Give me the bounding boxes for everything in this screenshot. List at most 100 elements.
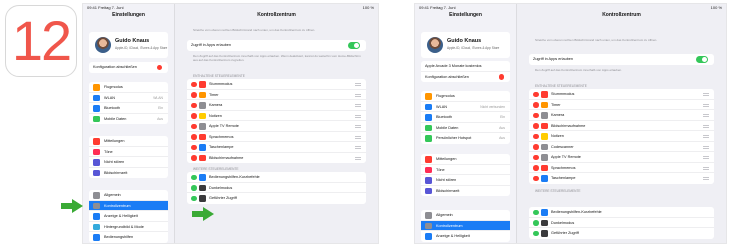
control-apple-tv-remote: Apple TV Remote <box>529 152 714 163</box>
setup-notice-label: Konfiguration abschließen <box>425 74 469 79</box>
remove-control-button[interactable] <box>533 133 539 139</box>
more-controls: Bedienungshilfen-Kurzbefehle Dunkelmodus G… <box>529 207 714 239</box>
sidebar-item-anzeige-helligkeit[interactable]: Anzeige & Helligkeit <box>421 231 510 242</box>
sidebar-item-label: Bedienungshilfen <box>104 235 134 239</box>
profile-card[interactable]: Guido Knaus Apple-ID, iCloud, iTunes & A… <box>421 32 510 58</box>
reorder-handle-icon[interactable] <box>355 125 361 128</box>
sidebar-item-bildschirmzeit[interactable]: Bildschirmzeit <box>421 186 510 197</box>
remove-control-button[interactable] <box>533 165 539 171</box>
sidebar-item-bluetooth[interactable]: Bluetooth Ein <box>421 112 510 123</box>
reorder-handle-icon[interactable] <box>355 114 361 118</box>
nicht-stoeren-icon <box>93 159 100 166</box>
sidebar-item-bildschirmzeit[interactable]: Bildschirmzeit <box>89 168 168 179</box>
add-control-button[interactable] <box>191 174 197 180</box>
control-label: Stummmodus <box>551 92 575 96</box>
sidebar-item-mitteilungen[interactable]: Mitteilungen <box>421 154 510 165</box>
remove-control-button[interactable] <box>533 91 539 97</box>
sidebar-item-label: Töne <box>436 167 445 172</box>
reorder-handle-icon[interactable] <box>355 104 361 107</box>
remove-control-button[interactable] <box>191 113 197 119</box>
remove-control-button[interactable] <box>191 102 197 108</box>
sidebar-item-hintergrundbild-mode[interactable]: Hintergrundbild & Mode <box>89 222 168 232</box>
sidebar-item-nicht-stoeren[interactable]: Nicht stören <box>421 175 510 186</box>
add-control-button[interactable] <box>533 220 539 226</box>
reorder-handle-icon[interactable] <box>703 114 709 117</box>
access-in-apps-toggle[interactable] <box>696 56 708 63</box>
arcade-notice-label: Apple Arcade 3 Monate kostenlos <box>425 64 482 68</box>
reorder-handle-icon[interactable] <box>355 93 361 97</box>
remove-control-button[interactable] <box>191 144 197 150</box>
sidebar-item-kontrollzentrum[interactable]: Kontrollzentrum <box>89 200 168 211</box>
sidebar-item-flugmodus[interactable]: Flugmodus <box>421 91 510 102</box>
sidebar-item-wlan[interactable]: WLAN WLAN <box>89 93 168 103</box>
reorder-handle-icon[interactable] <box>703 177 709 180</box>
codescanner-icon <box>541 143 548 150</box>
bildschirmzeit-icon <box>93 169 100 176</box>
sidebar-item-flugmodus[interactable]: Flugmodus <box>89 82 168 93</box>
profile-card[interactable]: Guido Knaus Apple-ID, iCloud, iTunes & A… <box>89 32 168 58</box>
control-notizen: Notizen <box>529 131 714 142</box>
add-control-button[interactable] <box>533 209 539 215</box>
remove-control-button[interactable] <box>191 92 197 98</box>
notizen-icon <box>199 112 206 119</box>
sidebar-item-toene[interactable]: Töne <box>89 147 168 157</box>
more-controls: Bedienungshilfen-Kurzbefehle Dunkelmodus G… <box>187 172 366 204</box>
setup-notice-label: Konfiguration abschließen <box>93 65 137 69</box>
sidebar-item-allgemein[interactable]: Allgemein <box>89 190 168 201</box>
remove-control-button[interactable] <box>533 154 539 160</box>
remove-control-button[interactable] <box>191 81 197 87</box>
sidebar-item-wlan[interactable]: WLAN Nicht verbunden <box>421 102 510 112</box>
sidebar-item-mobile-daten[interactable]: Mobile Daten Aus <box>421 123 510 133</box>
highlight-arrow-control <box>192 207 214 221</box>
reorder-handle-icon[interactable] <box>355 135 361 139</box>
sidebar-item-anzeige-helligkeit[interactable]: Anzeige & Helligkeit <box>89 211 168 222</box>
toene-icon <box>425 166 432 173</box>
reorder-handle-icon[interactable] <box>703 145 709 149</box>
remove-control-button[interactable] <box>533 112 539 118</box>
reorder-handle-icon[interactable] <box>703 156 709 159</box>
notifications-group: Mitteilungen Töne Nicht stören Bildschirmze… <box>421 154 510 196</box>
remove-control-button[interactable] <box>533 175 539 181</box>
reorder-handle-icon[interactable] <box>703 103 709 107</box>
taschenlampe-icon <box>541 175 548 182</box>
setup-notice[interactable]: Konfiguration abschließen <box>89 62 168 73</box>
sidebar-item-bedienungshilfen[interactable]: Bedienungshilfen <box>89 232 168 243</box>
sidebar-item-label: WLAN <box>436 104 447 109</box>
reorder-handle-icon[interactable] <box>703 93 709 96</box>
sidebar-item-toene[interactable]: Töne <box>421 165 510 175</box>
remove-control-button[interactable] <box>191 123 197 129</box>
sidebar-item-kontrollzentrum[interactable]: Kontrollzentrum <box>421 220 510 231</box>
add-control-button[interactable] <box>191 195 197 201</box>
wlan-icon <box>425 103 432 110</box>
reorder-handle-icon[interactable] <box>355 146 361 149</box>
main-description: Streiche vom oberen rechten Bildschirmra… <box>535 38 658 42</box>
control-taschenlampe: Taschenlampe <box>187 142 366 153</box>
reorder-handle-icon[interactable] <box>703 124 709 128</box>
reorder-handle-icon[interactable] <box>355 156 361 160</box>
add-control-button[interactable] <box>191 185 197 191</box>
allgemein-icon <box>93 192 100 199</box>
setup-notice[interactable]: Konfiguration abschließen <box>421 72 510 83</box>
sidebar-item-bluetooth[interactable]: Bluetooth Ein <box>89 103 168 114</box>
control-label: Apple TV Remote <box>551 155 581 159</box>
remove-control-button[interactable] <box>533 123 539 129</box>
sidebar-item-label: Nicht stören <box>436 178 457 182</box>
sidebar-item-mobile-daten[interactable]: Mobile Daten Aus <box>89 114 168 125</box>
remove-control-button[interactable] <box>191 155 197 161</box>
add-control-button[interactable] <box>533 230 539 236</box>
sidebar-item-nicht-stoeren[interactable]: Nicht stören <box>89 157 168 168</box>
reorder-handle-icon[interactable] <box>703 166 709 170</box>
sidebar-item-mitteilungen[interactable]: Mitteilungen <box>89 136 168 147</box>
arcade-notice[interactable]: Apple Arcade 3 Monate kostenlos <box>421 61 510 72</box>
control-codescanner: Codescanner <box>529 142 714 152</box>
remove-control-button[interactable] <box>533 102 539 108</box>
access-in-apps-toggle[interactable] <box>348 42 360 49</box>
control-gefuehrter-zugriff: Geführter Zugriff <box>187 193 366 204</box>
remove-control-button[interactable] <box>191 134 197 140</box>
reorder-handle-icon[interactable] <box>355 83 361 86</box>
control-label: Sprachmemos <box>551 165 576 170</box>
sidebar-item-persoenlicher-hotspot[interactable]: Persönlicher Hotspot Aus <box>421 133 510 144</box>
sidebar-item-allgemein[interactable]: Allgemein <box>421 210 510 221</box>
reorder-handle-icon[interactable] <box>703 135 709 138</box>
remove-control-button[interactable] <box>533 144 539 150</box>
